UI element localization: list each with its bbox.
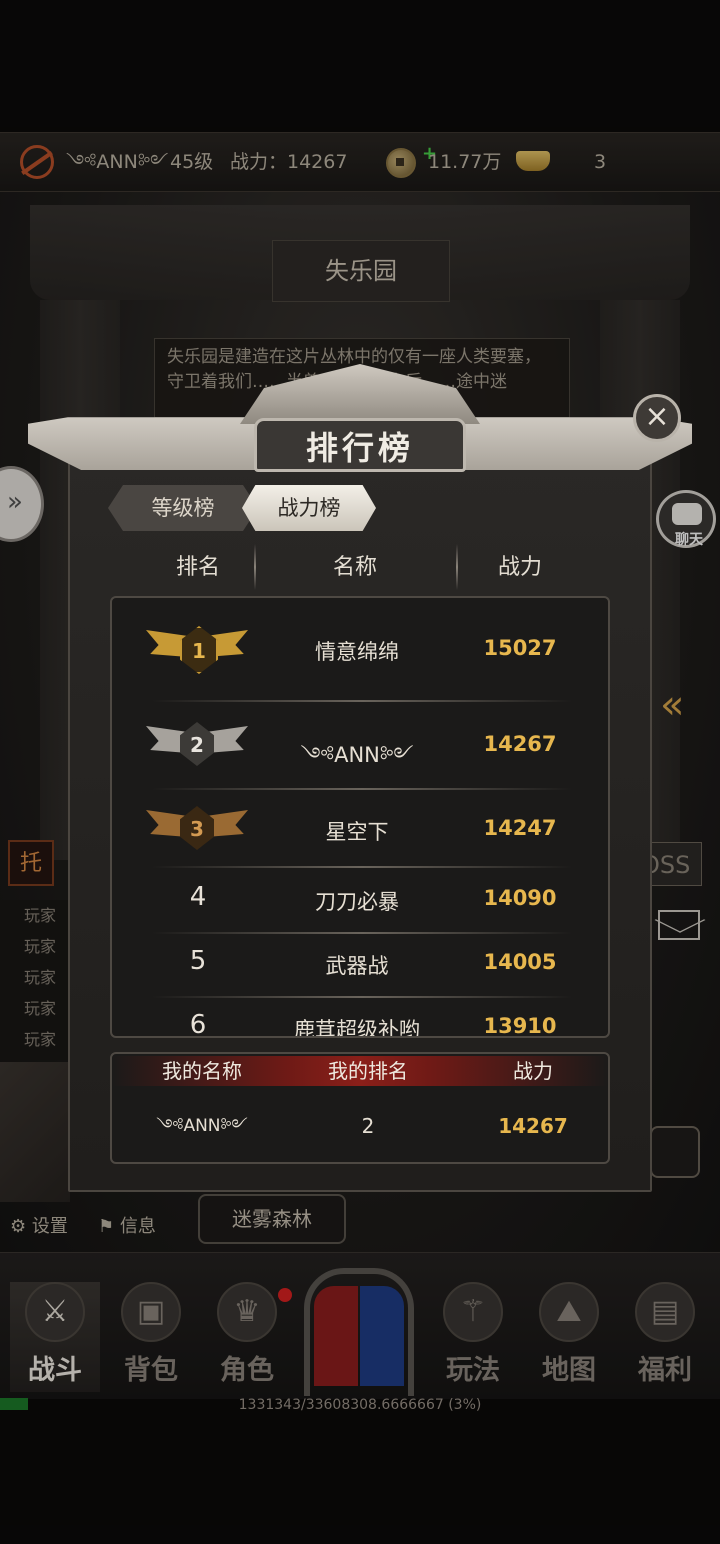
- tab-level-ranking[interactable]: 等级榜: [108, 485, 258, 531]
- player-name: 武器战: [325, 954, 389, 978]
- my-ranking-panel: 我的名称 我的排名 战力 ༺ANN༻ 2 14267: [110, 1052, 610, 1164]
- row-divider: [152, 788, 572, 790]
- ranking-list[interactable]: 1 情意绵绵 15027 2 ༺ANN༻ 14267 3 星空下 14247 4…: [110, 596, 610, 1038]
- player-name: 情意绵绵: [315, 640, 399, 664]
- row-divider: [152, 932, 572, 934]
- close-icon: ×: [644, 399, 670, 434]
- player-power: 14247: [483, 816, 557, 840]
- column-header-power: 战力: [497, 555, 542, 580]
- my-name: ༺ANN༻: [156, 1116, 248, 1136]
- column-divider: [254, 544, 256, 590]
- column-divider: [456, 544, 458, 590]
- player-power: 13910: [483, 1014, 557, 1038]
- player-power: 14267: [483, 732, 557, 756]
- my-power-label: 战力: [513, 1059, 553, 1083]
- column-header-rank: 排名: [175, 555, 220, 580]
- player-name: 星空下: [325, 820, 389, 844]
- player-power: 14090: [483, 886, 557, 910]
- bronze-medal-icon: 3: [142, 804, 252, 854]
- player-power: 14005: [483, 950, 557, 974]
- dialog-title: 排行榜: [254, 418, 466, 472]
- my-rank-label: 我的排名: [328, 1059, 408, 1083]
- my-name-label: 我的名称: [162, 1059, 242, 1083]
- rank-badge: 1: [180, 626, 218, 674]
- ranking-row[interactable]: 6 鹿茸超级补哟 13910: [112, 1006, 608, 1038]
- column-header-name: 名称: [332, 555, 377, 580]
- rank-number: 6: [189, 1010, 207, 1038]
- silver-medal-icon: 2: [142, 720, 252, 770]
- player-name: 刀刀必暴: [315, 890, 399, 914]
- ranking-row[interactable]: 2 ༺ANN༻ 14267: [112, 714, 608, 778]
- player-power: 15027: [483, 636, 557, 660]
- rank-badge: 3: [180, 806, 214, 850]
- rank-badge: 2: [180, 722, 214, 766]
- ranking-row[interactable]: 1 情意绵绵 15027: [112, 618, 608, 682]
- player-name: 鹿茸超级补哟: [294, 1018, 420, 1038]
- ranking-row[interactable]: 4 刀刀必暴 14090: [112, 878, 608, 928]
- row-divider: [152, 866, 572, 868]
- row-divider: [152, 700, 572, 702]
- close-button[interactable]: ×: [633, 394, 681, 442]
- player-name: ༺ANN༻: [300, 743, 414, 767]
- my-rank: 2: [361, 1114, 375, 1138]
- row-divider: [152, 996, 572, 998]
- ranking-row[interactable]: 5 武器战 14005: [112, 942, 608, 992]
- rank-number: 5: [189, 946, 207, 976]
- my-power: 14267: [498, 1114, 568, 1138]
- gold-medal-icon: 1: [142, 624, 252, 674]
- ranking-row[interactable]: 3 星空下 14247: [112, 798, 608, 862]
- tab-power-ranking[interactable]: 战力榜: [242, 485, 376, 531]
- rank-number: 4: [189, 882, 207, 912]
